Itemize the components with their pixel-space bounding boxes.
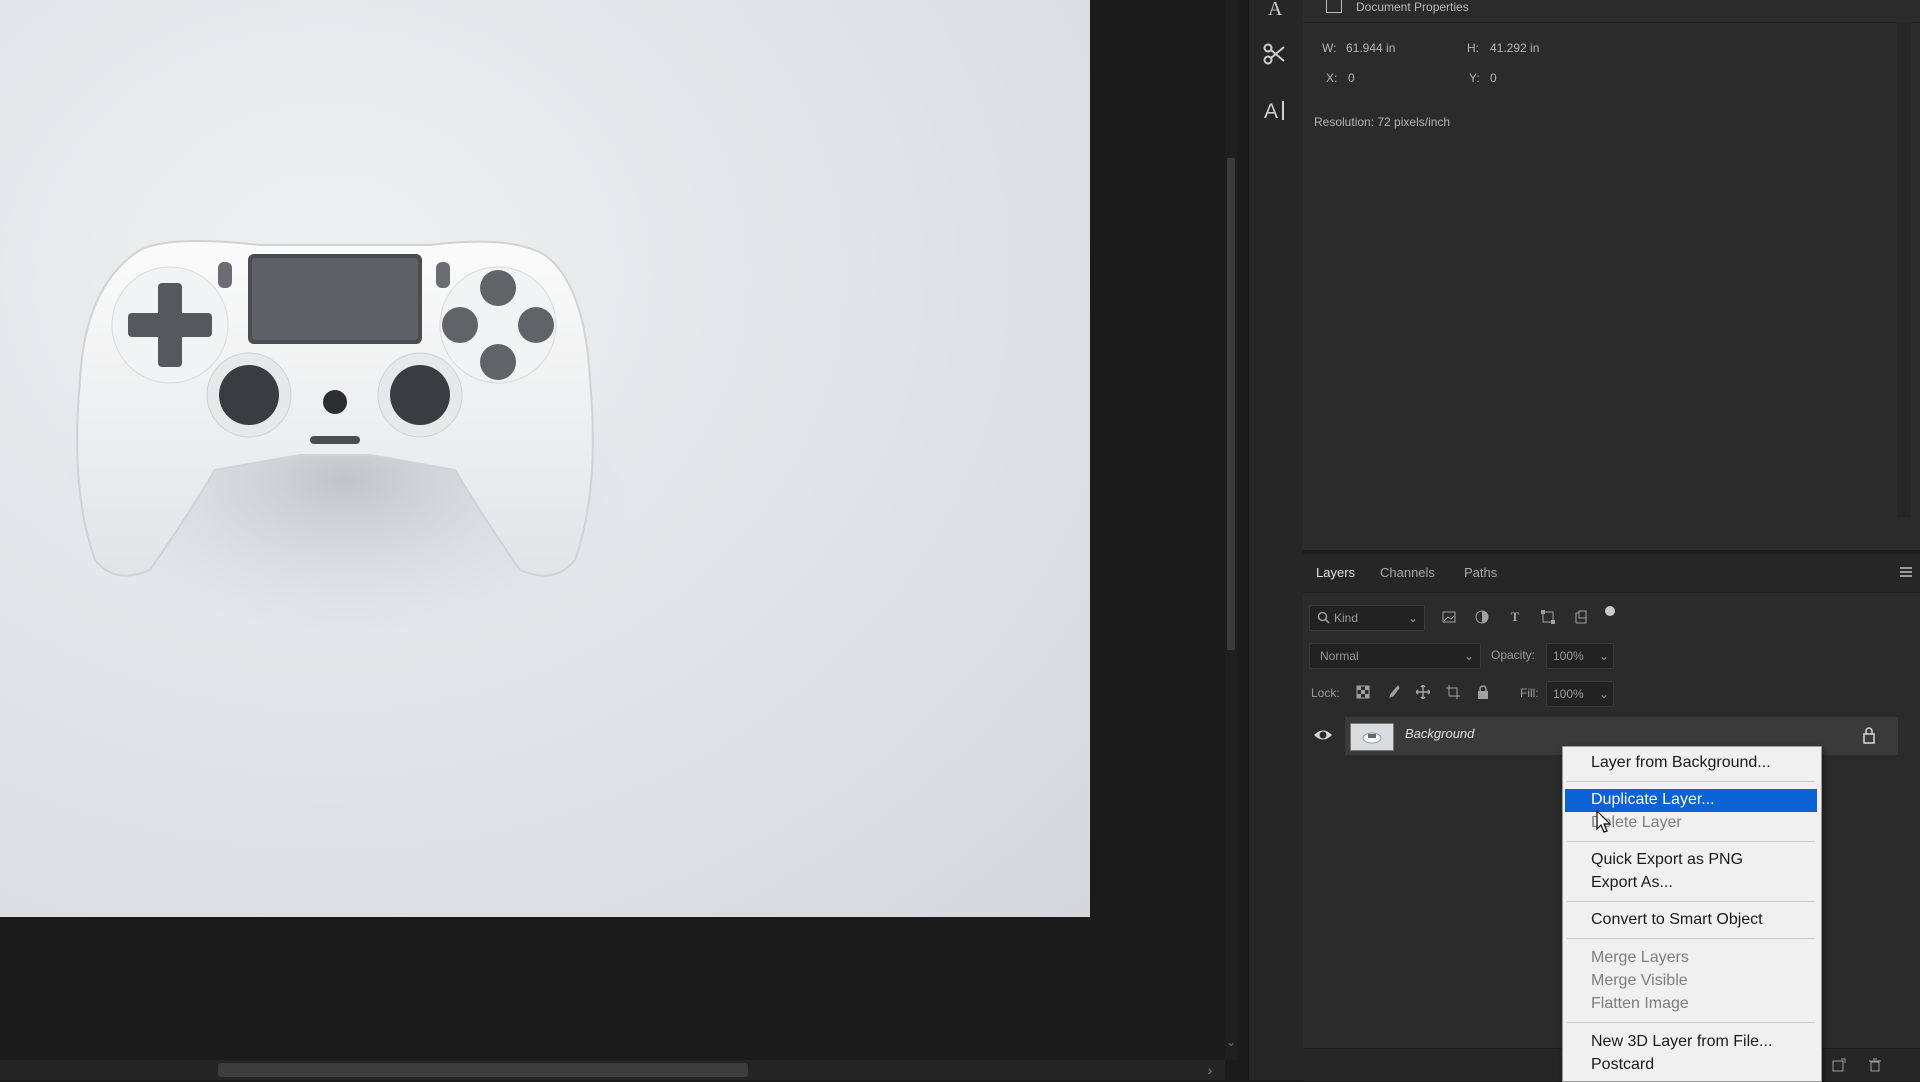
blend-mode-dropdown[interactable]: Normal ⌄ [1309,643,1481,669]
menu-item-duplicate-layer[interactable]: Duplicate Layer... [1591,789,1715,811]
lock-all-icon[interactable] [1474,683,1492,701]
tool-presets-icon[interactable] [1257,36,1293,72]
menu-item-merge-layers[interactable]: Merge Layers [1591,947,1689,969]
chevron-down-icon: ⌄ [1408,611,1419,625]
scroll-right-arrow-icon[interactable]: › [1200,1060,1220,1080]
filter-shape-layers-icon[interactable] [1539,608,1557,626]
tab-layers[interactable]: Layers [1316,554,1355,592]
blend-mode-value: Normal [1320,649,1359,663]
svg-text:A: A [1268,0,1283,19]
lock-image-pixels-icon[interactable] [1384,683,1402,701]
fill-value: 100% [1553,687,1584,701]
x-value[interactable]: 0 [1348,71,1355,85]
paragraph-panel-icon[interactable]: A [1257,92,1293,128]
trash-icon[interactable] [1866,1056,1884,1074]
new-layer-icon[interactable] [1830,1056,1848,1074]
layer-filter-kind-dropdown[interactable]: Kind ⌄ [1309,605,1425,631]
opacity-input[interactable]: 100% ⌄ [1546,643,1614,669]
opacity-label: Opacity: [1491,648,1536,662]
y-value[interactable]: 0 [1490,71,1497,85]
properties-title: Document Properties [1356,0,1469,14]
canvas-vertical-scroll-thumb[interactable] [1227,158,1235,650]
search-icon [1317,606,1330,632]
fill-input[interactable]: 100% ⌄ [1546,681,1614,707]
eye-icon[interactable] [1313,727,1333,745]
document-icon [1326,0,1342,13]
scroll-down-arrow-icon[interactable]: ⌄ [1225,1035,1237,1055]
menu-separator [1567,901,1815,902]
character-panel-icon[interactable]: A [1257,0,1293,26]
controller-photo [55,240,635,640]
menu-separator [1567,1022,1815,1023]
y-label: Y: [1469,71,1480,85]
filter-kind-label: Kind [1334,611,1359,625]
filter-adjustment-layers-icon[interactable] [1473,608,1491,626]
filter-type-layers-icon[interactable]: T [1506,608,1524,626]
menu-separator [1567,841,1815,842]
side-tool-strip [1248,0,1304,1080]
chevron-down-icon: ⌄ [1464,649,1475,663]
layer-thumbnail[interactable] [1350,723,1394,751]
opacity-value: 100% [1553,649,1584,663]
filter-pixel-layers-icon[interactable] [1440,608,1458,626]
layer-name[interactable]: Background [1405,726,1474,741]
properties-panel [1303,0,1920,550]
menu-item-postcard[interactable]: Postcard [1591,1054,1654,1076]
layer-context-menu: Layer from Background... Duplicate Layer… [1562,746,1822,1082]
lock-position-icon[interactable] [1414,683,1432,701]
lock-transparent-pixels-icon[interactable] [1354,683,1372,701]
lock-label: Lock: [1311,686,1340,700]
svg-text:A: A [1264,100,1278,123]
menu-item-quick-export-png[interactable]: Quick Export as PNG [1591,849,1743,871]
document-image[interactable] [0,0,1090,917]
fill-label: Fill: [1520,686,1539,700]
menu-item-layer-from-background[interactable]: Layer from Background... [1591,752,1771,774]
resolution-text: Resolution: 72 pixels/inch [1314,115,1451,129]
menu-separator [1567,938,1815,939]
height-value[interactable]: 41.292 in [1490,41,1539,55]
tab-channels[interactable]: Channels [1380,554,1435,592]
tab-paths[interactable]: Paths [1464,554,1497,592]
menu-item-flatten-image[interactable]: Flatten Image [1591,993,1689,1015]
canvas-horizontal-scroll-thumb[interactable] [218,1063,748,1077]
filter-toggle-icon[interactable] [1605,606,1615,616]
mouse-cursor-icon [1596,809,1612,839]
x-label: X: [1326,71,1338,85]
menu-item-convert-to-smart-object[interactable]: Convert to Smart Object [1591,909,1763,931]
width-label: W: [1322,41,1337,55]
chevron-down-icon[interactable]: ⌄ [1599,644,1609,668]
chevron-down-icon[interactable]: ⌄ [1599,682,1609,706]
height-label: H: [1467,41,1479,55]
lock-artboard-icon[interactable] [1444,683,1462,701]
filter-smart-objects-icon[interactable] [1572,608,1590,626]
menu-item-merge-visible[interactable]: Merge Visible [1591,970,1688,992]
properties-scrollbar[interactable] [1897,22,1911,517]
width-value[interactable]: 61.944 in [1346,41,1395,55]
menu-separator [1567,781,1815,782]
panel-menu-icon[interactable] [1898,565,1914,579]
menu-item-new-3d-layer-from-file[interactable]: New 3D Layer from File... [1591,1031,1772,1053]
menu-item-export-as[interactable]: Export As... [1591,872,1673,894]
lock-icon[interactable] [1862,726,1876,744]
